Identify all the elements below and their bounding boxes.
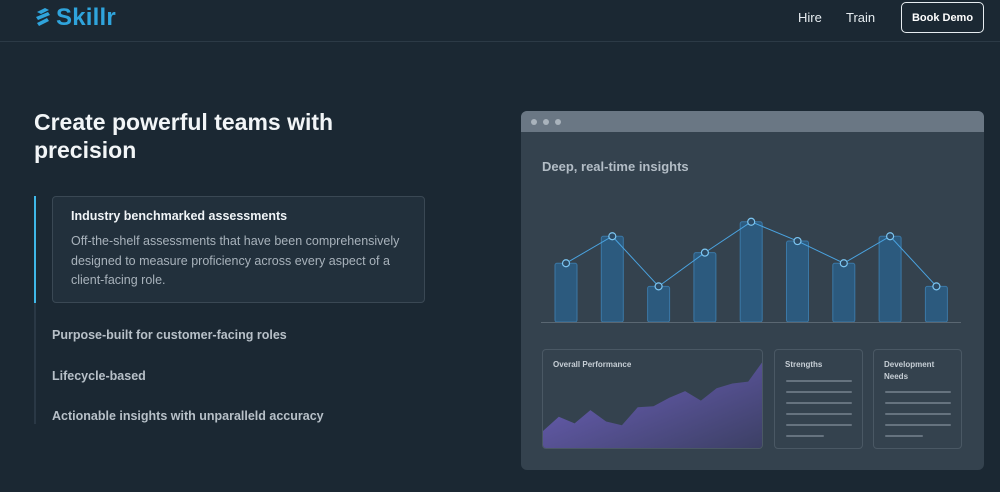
- chart-bar: [924, 285, 948, 323]
- skillr-logo-icon: [36, 8, 50, 26]
- chart-bar: [739, 221, 763, 323]
- chart-point: [700, 248, 709, 257]
- window-dot-icon: [555, 119, 561, 125]
- chart-point: [654, 282, 663, 291]
- placeholder-line: [786, 435, 824, 437]
- feature-item-customer-facing[interactable]: Purpose-built for customer-facing roles: [52, 328, 287, 342]
- hero-headline: Create powerful teams with precision: [34, 109, 334, 163]
- chart-bar: [832, 262, 856, 323]
- placeholder-line: [786, 402, 852, 404]
- placeholder-line: [786, 413, 852, 415]
- chart-bar: [554, 262, 578, 323]
- chart-point: [886, 232, 895, 241]
- book-demo-button[interactable]: Book Demo: [901, 2, 984, 33]
- panel-label-development: Development Needs: [884, 360, 935, 381]
- placeholder-line: [885, 391, 951, 393]
- nav-link-hire[interactable]: Hire: [798, 10, 822, 25]
- feature-item-lifecycle[interactable]: Lifecycle-based: [52, 369, 146, 383]
- chart-bar: [647, 285, 671, 323]
- chart-point: [839, 259, 848, 268]
- chart-bar: [693, 252, 717, 323]
- placeholder-line: [786, 391, 852, 393]
- window-titlebar: [521, 111, 984, 132]
- preview-title: Deep, real-time insights: [542, 159, 689, 174]
- feature-title: Industry benchmarked assessments: [71, 209, 288, 223]
- insights-bar-chart: [541, 217, 961, 323]
- panel-label-strengths: Strengths: [785, 360, 823, 369]
- chart-point: [793, 236, 802, 246]
- strengths-panel: Strengths: [774, 349, 863, 449]
- panel-label-performance: Overall Performance: [553, 360, 632, 369]
- chart-point: [608, 232, 617, 241]
- brand-name: Skillr: [56, 4, 116, 31]
- placeholder-line: [885, 435, 923, 437]
- placeholder-line: [885, 413, 951, 415]
- performance-area: [543, 362, 762, 448]
- placeholder-line: [786, 424, 852, 426]
- development-needs-panel: Development Needs: [873, 349, 962, 449]
- overall-performance-panel: Overall Performance: [542, 349, 763, 449]
- feature-rail-active-indicator: [34, 196, 36, 303]
- window-dot-icon: [543, 119, 549, 125]
- nav-link-train[interactable]: Train: [846, 10, 875, 25]
- chart-bar: [786, 240, 809, 323]
- chart-bar: [600, 235, 624, 323]
- placeholder-line: [786, 380, 852, 382]
- placeholder-line: [885, 402, 951, 404]
- window-dot-icon: [531, 119, 537, 125]
- feature-description: Off-the-shelf assessments that have been…: [71, 234, 400, 287]
- chart-point: [747, 217, 756, 226]
- feature-card-active[interactable]: Industry benchmarked assessments Off-the…: [52, 196, 425, 303]
- feature-item-insights[interactable]: Actionable insights with unparalleld acc…: [52, 409, 324, 423]
- chart-point: [932, 282, 941, 291]
- brand-logo[interactable]: Skillr: [34, 4, 116, 32]
- dashboard-preview-window: Deep, real-time insights Overall Perform…: [521, 111, 984, 470]
- chart-point: [561, 259, 571, 268]
- placeholder-line: [885, 424, 951, 426]
- chart-bar: [878, 235, 902, 323]
- top-navbar: Skillr Hire Train Book Demo: [0, 0, 1000, 42]
